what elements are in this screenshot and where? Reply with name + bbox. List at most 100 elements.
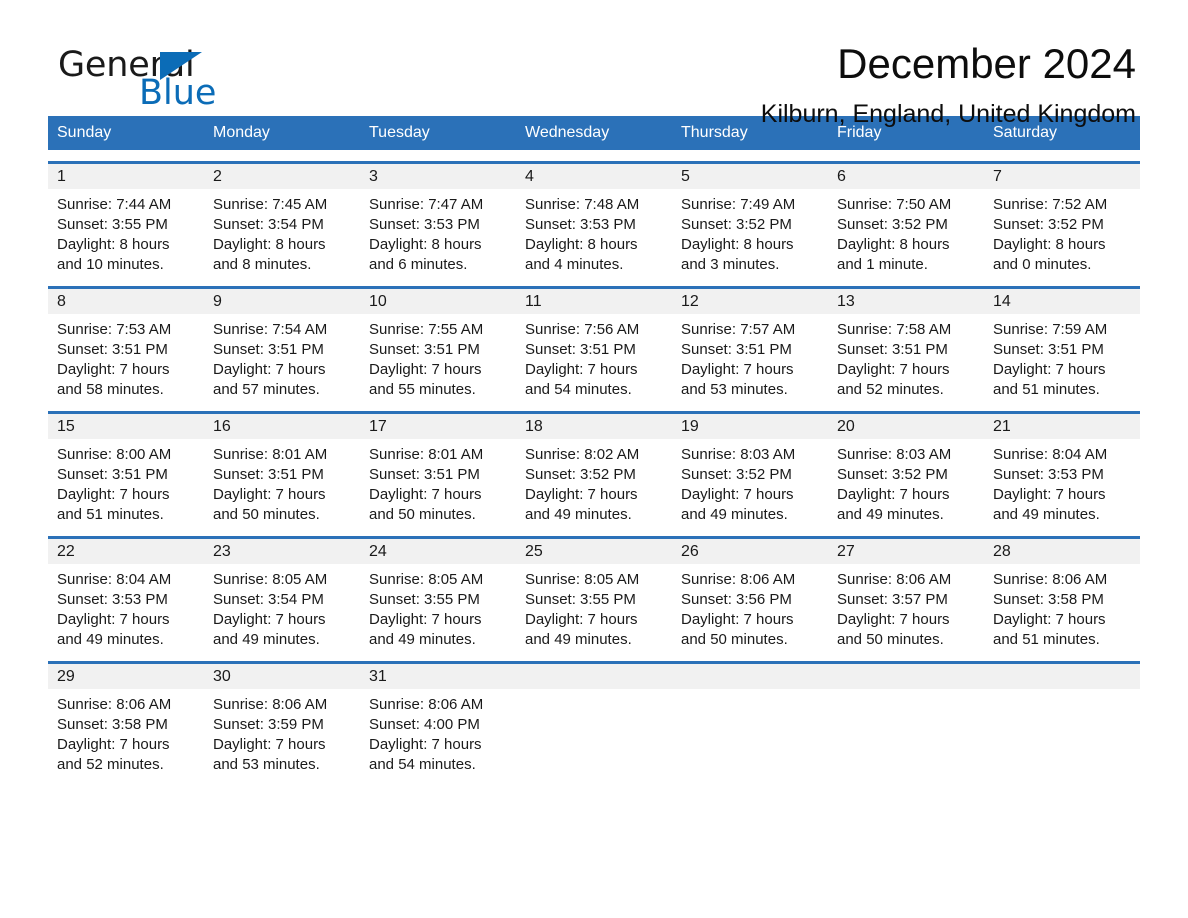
daylight-text-line1: Daylight: 7 hours — [993, 611, 1106, 628]
day-details: Sunrise: 8:03 AM Sunset: 3:52 PM Dayligh… — [828, 439, 984, 525]
sunset-text: Sunset: 3:53 PM — [525, 216, 636, 233]
calendar-day-cell[interactable]: 27 Sunrise: 8:06 AM Sunset: 3:57 PM Dayl… — [828, 539, 984, 650]
calendar-day-cell[interactable]: 6 Sunrise: 7:50 AM Sunset: 3:52 PM Dayli… — [828, 164, 984, 275]
daylight-text-line1: Daylight: 8 hours — [837, 236, 950, 253]
calendar-day-cell[interactable]: 8 Sunrise: 7:53 AM Sunset: 3:51 PM Dayli… — [48, 289, 204, 400]
sunrise-text: Sunrise: 8:06 AM — [681, 571, 796, 588]
calendar-day-cell[interactable]: 1 Sunrise: 7:44 AM Sunset: 3:55 PM Dayli… — [48, 164, 204, 275]
sunrise-text: Sunrise: 8:02 AM — [525, 446, 640, 463]
sunset-text: Sunset: 3:51 PM — [57, 341, 168, 358]
calendar-day-cell[interactable]: 24 Sunrise: 8:05 AM Sunset: 3:55 PM Dayl… — [360, 539, 516, 650]
daylight-text-line1: Daylight: 7 hours — [57, 611, 170, 628]
calendar-day-cell[interactable]: 17 Sunrise: 8:01 AM Sunset: 3:51 PM Dayl… — [360, 414, 516, 525]
calendar-week-row: 15 Sunrise: 8:00 AM Sunset: 3:51 PM Dayl… — [48, 411, 1140, 525]
calendar-day-cell[interactable]: 13 Sunrise: 7:58 AM Sunset: 3:51 PM Dayl… — [828, 289, 984, 400]
daylight-text-line2: and 49 minutes. — [681, 506, 788, 523]
daylight-text-line2: and 6 minutes. — [369, 256, 468, 273]
daylight-text-line1: Daylight: 7 hours — [369, 611, 482, 628]
day-number: 18 — [525, 418, 543, 435]
sunrise-text: Sunrise: 8:04 AM — [993, 446, 1108, 463]
day-details: Sunrise: 7:47 AM Sunset: 3:53 PM Dayligh… — [360, 189, 516, 275]
daylight-text-line2: and 50 minutes. — [681, 631, 788, 648]
sunset-text: Sunset: 3:51 PM — [525, 341, 636, 358]
daylight-text-line1: Daylight: 7 hours — [213, 486, 326, 503]
day-details: Sunrise: 8:05 AM Sunset: 3:55 PM Dayligh… — [360, 564, 516, 650]
day-number: 14 — [993, 293, 1011, 310]
daylight-text-line1: Daylight: 7 hours — [837, 361, 950, 378]
calendar-day-cell[interactable]: 28 Sunrise: 8:06 AM Sunset: 3:58 PM Dayl… — [984, 539, 1140, 650]
calendar-day-cell[interactable]: 15 Sunrise: 8:00 AM Sunset: 3:51 PM Dayl… — [48, 414, 204, 525]
daylight-text-line1: Daylight: 7 hours — [369, 486, 482, 503]
daylight-text-line2: and 49 minutes. — [369, 631, 476, 648]
calendar-day-cell[interactable]: 7 Sunrise: 7:52 AM Sunset: 3:52 PM Dayli… — [984, 164, 1140, 275]
calendar-day-cell[interactable]: 10 Sunrise: 7:55 AM Sunset: 3:51 PM Dayl… — [360, 289, 516, 400]
day-details: Sunrise: 7:58 AM Sunset: 3:51 PM Dayligh… — [828, 314, 984, 400]
general-blue-logo[interactable]: General Blue — [58, 48, 358, 120]
calendar-week-row: 29 Sunrise: 8:06 AM Sunset: 3:58 PM Dayl… — [48, 661, 1140, 775]
day-details: Sunrise: 7:56 AM Sunset: 3:51 PM Dayligh… — [516, 314, 672, 400]
daylight-text-line1: Daylight: 7 hours — [681, 486, 794, 503]
calendar-week-row: 1 Sunrise: 7:44 AM Sunset: 3:55 PM Dayli… — [48, 161, 1140, 275]
calendar-day-cell[interactable]: 19 Sunrise: 8:03 AM Sunset: 3:52 PM Dayl… — [672, 414, 828, 525]
calendar-day-cell[interactable]: 20 Sunrise: 8:03 AM Sunset: 3:52 PM Dayl… — [828, 414, 984, 525]
calendar-day-cell[interactable]: 12 Sunrise: 7:57 AM Sunset: 3:51 PM Dayl… — [672, 289, 828, 400]
daylight-text-line1: Daylight: 7 hours — [993, 361, 1106, 378]
daylight-text-line2: and 49 minutes. — [525, 631, 632, 648]
calendar-day-cell[interactable]: 22 Sunrise: 8:04 AM Sunset: 3:53 PM Dayl… — [48, 539, 204, 650]
sunrise-text: Sunrise: 8:06 AM — [213, 696, 328, 713]
daylight-text-line2: and 49 minutes. — [993, 506, 1100, 523]
calendar-day-cell[interactable]: 11 Sunrise: 7:56 AM Sunset: 3:51 PM Dayl… — [516, 289, 672, 400]
daylight-text-line2: and 49 minutes. — [57, 631, 164, 648]
sunrise-text: Sunrise: 7:52 AM — [993, 196, 1108, 213]
calendar-day-cell[interactable]: 29 Sunrise: 8:06 AM Sunset: 3:58 PM Dayl… — [48, 664, 204, 775]
sunset-text: Sunset: 3:51 PM — [213, 466, 324, 483]
calendar-day-cell[interactable]: 30 Sunrise: 8:06 AM Sunset: 3:59 PM Dayl… — [204, 664, 360, 775]
logo-text-blue: Blue — [139, 73, 217, 113]
sunrise-text: Sunrise: 7:59 AM — [993, 321, 1108, 338]
calendar-day-cell[interactable]: 31 Sunrise: 8:06 AM Sunset: 4:00 PM Dayl… — [360, 664, 516, 775]
daylight-text-line1: Daylight: 8 hours — [57, 236, 170, 253]
calendar-day-cell[interactable]: 9 Sunrise: 7:54 AM Sunset: 3:51 PM Dayli… — [204, 289, 360, 400]
day-details: Sunrise: 7:53 AM Sunset: 3:51 PM Dayligh… — [48, 314, 204, 400]
weekday-header-monday: Monday — [213, 124, 270, 141]
daylight-text-line2: and 4 minutes. — [525, 256, 624, 273]
calendar-day-cell[interactable]: 16 Sunrise: 8:01 AM Sunset: 3:51 PM Dayl… — [204, 414, 360, 525]
sunset-text: Sunset: 3:51 PM — [213, 341, 324, 358]
sunrise-text: Sunrise: 8:04 AM — [57, 571, 172, 588]
daylight-text-line1: Daylight: 8 hours — [213, 236, 326, 253]
day-number: 7 — [993, 168, 1002, 185]
daylight-text-line2: and 57 minutes. — [213, 381, 320, 398]
sunset-text: Sunset: 3:52 PM — [681, 216, 792, 233]
calendar-day-cell[interactable]: 3 Sunrise: 7:47 AM Sunset: 3:53 PM Dayli… — [360, 164, 516, 275]
calendar-day-cell[interactable]: 4 Sunrise: 7:48 AM Sunset: 3:53 PM Dayli… — [516, 164, 672, 275]
calendar-day-cell[interactable]: 26 Sunrise: 8:06 AM Sunset: 3:56 PM Dayl… — [672, 539, 828, 650]
daylight-text-line2: and 0 minutes. — [993, 256, 1092, 273]
day-number: 11 — [525, 293, 542, 310]
daylight-text-line2: and 51 minutes. — [57, 506, 164, 523]
day-details: Sunrise: 7:48 AM Sunset: 3:53 PM Dayligh… — [516, 189, 672, 275]
calendar-day-cell[interactable]: 23 Sunrise: 8:05 AM Sunset: 3:54 PM Dayl… — [204, 539, 360, 650]
day-number — [516, 664, 672, 689]
daylight-text-line1: Daylight: 7 hours — [369, 736, 482, 753]
calendar-day-cell[interactable]: 25 Sunrise: 8:05 AM Sunset: 3:55 PM Dayl… — [516, 539, 672, 650]
calendar-day-cell[interactable]: 2 Sunrise: 7:45 AM Sunset: 3:54 PM Dayli… — [204, 164, 360, 275]
day-details: Sunrise: 8:06 AM Sunset: 4:00 PM Dayligh… — [360, 689, 516, 775]
calendar-day-cell[interactable]: 14 Sunrise: 7:59 AM Sunset: 3:51 PM Dayl… — [984, 289, 1140, 400]
calendar-day-cell[interactable]: 21 Sunrise: 8:04 AM Sunset: 3:53 PM Dayl… — [984, 414, 1140, 525]
sunrise-text: Sunrise: 7:54 AM — [213, 321, 328, 338]
sunset-text: Sunset: 3:53 PM — [993, 466, 1104, 483]
day-number: 2 — [213, 168, 222, 185]
sunset-text: Sunset: 3:55 PM — [369, 591, 480, 608]
daylight-text-line2: and 10 minutes. — [57, 256, 164, 273]
sunrise-text: Sunrise: 8:06 AM — [993, 571, 1108, 588]
day-number — [984, 664, 1140, 689]
daylight-text-line2: and 1 minute. — [837, 256, 928, 273]
page-title: December 2024 — [837, 40, 1136, 87]
sunrise-text: Sunrise: 7:55 AM — [369, 321, 484, 338]
calendar-week-row: 22 Sunrise: 8:04 AM Sunset: 3:53 PM Dayl… — [48, 536, 1140, 650]
daylight-text-line1: Daylight: 7 hours — [525, 361, 638, 378]
calendar-day-cell[interactable]: 18 Sunrise: 8:02 AM Sunset: 3:52 PM Dayl… — [516, 414, 672, 525]
calendar-day-cell[interactable]: 5 Sunrise: 7:49 AM Sunset: 3:52 PM Dayli… — [672, 164, 828, 275]
day-number: 10 — [369, 293, 387, 310]
day-number: 8 — [57, 293, 66, 310]
